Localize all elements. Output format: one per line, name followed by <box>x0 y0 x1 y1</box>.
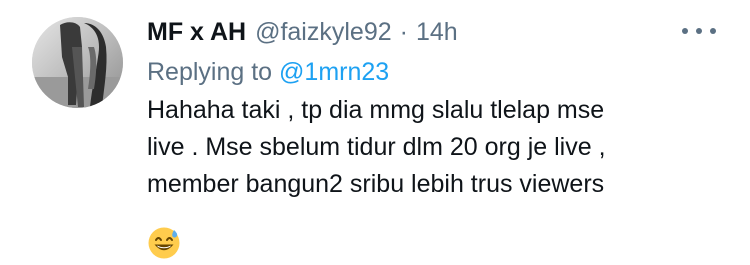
more-dot <box>696 28 702 34</box>
avatar[interactable] <box>32 17 123 108</box>
display-name[interactable]: MF x AH <box>147 14 246 50</box>
tweet-text-line: Hahaha taki , tp dia mmg slalu tlelap ms… <box>147 96 605 124</box>
tweet-text: Hahaha taki , tp dia mmg slalu tlelap ms… <box>147 92 727 203</box>
reply-handle-link[interactable]: @1mrn23 <box>279 58 389 86</box>
more-dot <box>710 28 716 34</box>
more-dot <box>682 28 688 34</box>
tweet-text-line: live . Mse sbelum tidur dlm 20 org je li… <box>147 133 606 161</box>
replying-to-label: Replying to <box>147 58 273 86</box>
tweet: MF x AH @faizkyle92 · 14h Replying to @1… <box>0 0 750 259</box>
replying-to: Replying to @1mrn23 <box>147 54 389 90</box>
tweet-header: MF x AH @faizkyle92 · 14h <box>147 14 458 50</box>
grinning-face-with-sweat-icon <box>147 226 181 260</box>
timestamp[interactable]: 14h <box>416 14 458 50</box>
separator-dot: · <box>399 18 408 46</box>
user-handle[interactable]: @faizkyle92 <box>255 14 392 50</box>
more-options-icon[interactable] <box>682 21 716 41</box>
avatar-photo <box>32 17 123 108</box>
tweet-text-line: member bangun2 sribu lebih trus viewers <box>147 170 605 198</box>
